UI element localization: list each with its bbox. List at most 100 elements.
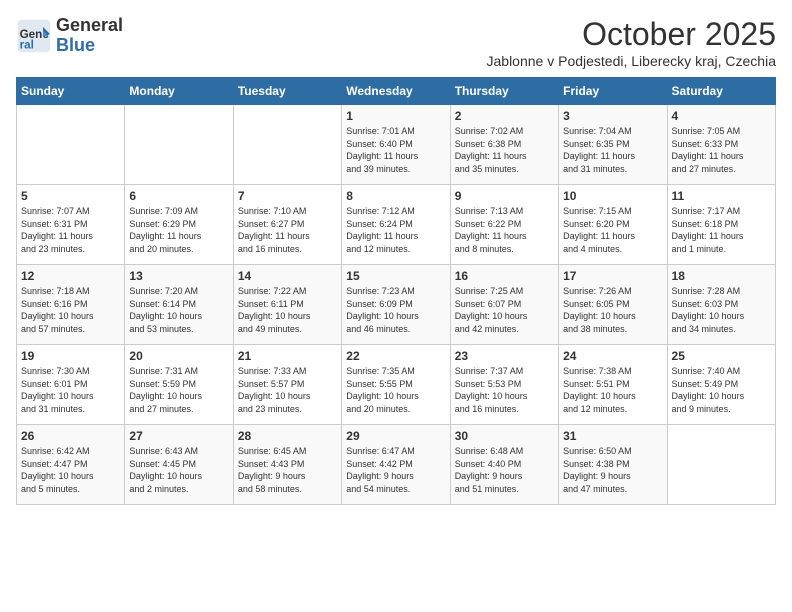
day-info: Sunrise: 7:20 AM Sunset: 6:14 PM Dayligh… (129, 285, 228, 335)
day-info: Sunrise: 7:04 AM Sunset: 6:35 PM Dayligh… (563, 125, 662, 175)
day-info: Sunrise: 7:40 AM Sunset: 5:49 PM Dayligh… (672, 365, 771, 415)
calendar-cell: 10Sunrise: 7:15 AM Sunset: 6:20 PM Dayli… (559, 185, 667, 265)
header-row: SundayMondayTuesdayWednesdayThursdayFrid… (17, 78, 776, 105)
day-number: 1 (346, 109, 445, 123)
page-header: Gene ral General Blue October 2025 Jablo… (16, 16, 776, 69)
header-day-saturday: Saturday (667, 78, 775, 105)
calendar-cell: 14Sunrise: 7:22 AM Sunset: 6:11 PM Dayli… (233, 265, 341, 345)
day-number: 27 (129, 429, 228, 443)
calendar-cell: 17 Sunrise: 7:26 AM Sunset: 6:05 PM Dayli… (559, 265, 667, 345)
day-number: 19 (21, 349, 120, 363)
day-info: Sunrise: 7:15 AM Sunset: 6:20 PM Dayligh… (563, 205, 662, 255)
header-day-friday: Friday (559, 78, 667, 105)
logo-icon: Gene ral (16, 18, 52, 54)
day-number: 22 (346, 349, 445, 363)
day-number: 3 (563, 109, 662, 123)
day-info: Sunrise: 6:43 AM Sunset: 4:45 PM Dayligh… (129, 445, 228, 495)
calendar-cell: 22Sunrise: 7:35 AM Sunset: 5:55 PM Dayli… (342, 345, 450, 425)
calendar-header: SundayMondayTuesdayWednesdayThursdayFrid… (17, 78, 776, 105)
day-number: 2 (455, 109, 554, 123)
day-number: 24 (563, 349, 662, 363)
day-info: Sunrise: 6:45 AM Sunset: 4:43 PM Dayligh… (238, 445, 337, 495)
day-number: 12 (21, 269, 120, 283)
day-info: Sunrise: 7:18 AM Sunset: 6:16 PM Dayligh… (21, 285, 120, 335)
calendar-cell (125, 105, 233, 185)
calendar-cell: 7 Sunrise: 7:10 AM Sunset: 6:27 PM Daylig… (233, 185, 341, 265)
day-info: Sunrise: 7:01 AM Sunset: 6:40 PM Dayligh… (346, 125, 445, 175)
svg-text:ral: ral (20, 38, 34, 51)
header-day-wednesday: Wednesday (342, 78, 450, 105)
logo: Gene ral General Blue (16, 16, 123, 56)
logo-general: General (56, 16, 123, 36)
calendar-cell (233, 105, 341, 185)
header-day-sunday: Sunday (17, 78, 125, 105)
day-number: 28 (238, 429, 337, 443)
day-number: 20 (129, 349, 228, 363)
month-year: October 2025 (487, 16, 777, 53)
day-info: Sunrise: 7:23 AM Sunset: 6:09 PM Dayligh… (346, 285, 445, 335)
day-info: Sunrise: 7:31 AM Sunset: 5:59 PM Dayligh… (129, 365, 228, 415)
day-number: 17 (563, 269, 662, 283)
calendar-cell: 13Sunrise: 7:20 AM Sunset: 6:14 PM Dayli… (125, 265, 233, 345)
day-info: Sunrise: 7:28 AM Sunset: 6:03 PM Dayligh… (672, 285, 771, 335)
calendar-cell: 18Sunrise: 7:28 AM Sunset: 6:03 PM Dayli… (667, 265, 775, 345)
location: Jablonne v Podjestedi, Liberecky kraj, C… (487, 53, 777, 69)
day-info: Sunrise: 7:13 AM Sunset: 6:22 PM Dayligh… (455, 205, 554, 255)
calendar-cell: 26 Sunrise: 6:42 AM Sunset: 4:47 PM Dayli… (17, 425, 125, 505)
day-number: 4 (672, 109, 771, 123)
day-info: Sunrise: 7:30 AM Sunset: 6:01 PM Dayligh… (21, 365, 120, 415)
day-info: Sunrise: 7:38 AM Sunset: 5:51 PM Dayligh… (563, 365, 662, 415)
calendar-cell: 23Sunrise: 7:37 AM Sunset: 5:53 PM Dayli… (450, 345, 558, 425)
day-number: 5 (21, 189, 120, 203)
calendar-cell (667, 425, 775, 505)
calendar-week-2: 5 Sunrise: 7:07 AM Sunset: 6:31 PM Daylig… (17, 185, 776, 265)
calendar-body: 1 Sunrise: 7:01 AM Sunset: 6:40 PM Daylig… (17, 105, 776, 505)
day-info: Sunrise: 7:02 AM Sunset: 6:38 PM Dayligh… (455, 125, 554, 175)
day-number: 6 (129, 189, 228, 203)
day-number: 26 (21, 429, 120, 443)
calendar-cell: 5 Sunrise: 7:07 AM Sunset: 6:31 PM Daylig… (17, 185, 125, 265)
day-info: Sunrise: 7:17 AM Sunset: 6:18 PM Dayligh… (672, 205, 771, 255)
calendar-cell: 28 Sunrise: 6:45 AM Sunset: 4:43 PM Dayli… (233, 425, 341, 505)
calendar-cell: 20 Sunrise: 7:31 AM Sunset: 5:59 PM Dayli… (125, 345, 233, 425)
calendar-week-1: 1 Sunrise: 7:01 AM Sunset: 6:40 PM Daylig… (17, 105, 776, 185)
calendar-table: SundayMondayTuesdayWednesdayThursdayFrid… (16, 77, 776, 505)
calendar-cell: 19 Sunrise: 7:30 AM Sunset: 6:01 PM Dayli… (17, 345, 125, 425)
calendar-cell: 1 Sunrise: 7:01 AM Sunset: 6:40 PM Daylig… (342, 105, 450, 185)
day-number: 21 (238, 349, 337, 363)
day-number: 25 (672, 349, 771, 363)
day-info: Sunrise: 7:10 AM Sunset: 6:27 PM Dayligh… (238, 205, 337, 255)
day-info: Sunrise: 7:09 AM Sunset: 6:29 PM Dayligh… (129, 205, 228, 255)
calendar-cell: 4Sunrise: 7:05 AM Sunset: 6:33 PM Daylig… (667, 105, 775, 185)
calendar-week-5: 26 Sunrise: 6:42 AM Sunset: 4:47 PM Dayli… (17, 425, 776, 505)
day-info: Sunrise: 7:07 AM Sunset: 6:31 PM Dayligh… (21, 205, 120, 255)
calendar-cell: 15Sunrise: 7:23 AM Sunset: 6:09 PM Dayli… (342, 265, 450, 345)
day-number: 30 (455, 429, 554, 443)
day-info: Sunrise: 7:22 AM Sunset: 6:11 PM Dayligh… (238, 285, 337, 335)
day-number: 7 (238, 189, 337, 203)
header-day-tuesday: Tuesday (233, 78, 341, 105)
day-info: Sunrise: 6:47 AM Sunset: 4:42 PM Dayligh… (346, 445, 445, 495)
day-info: Sunrise: 7:25 AM Sunset: 6:07 PM Dayligh… (455, 285, 554, 335)
calendar-cell: 11 Sunrise: 7:17 AM Sunset: 6:18 PM Dayli… (667, 185, 775, 265)
day-number: 11 (672, 189, 771, 203)
calendar-cell: 25 Sunrise: 7:40 AM Sunset: 5:49 PM Dayli… (667, 345, 775, 425)
day-number: 23 (455, 349, 554, 363)
day-info: Sunrise: 7:33 AM Sunset: 5:57 PM Dayligh… (238, 365, 337, 415)
calendar-cell: 30 Sunrise: 6:48 AM Sunset: 4:40 PM Dayli… (450, 425, 558, 505)
calendar-cell: 21 Sunrise: 7:33 AM Sunset: 5:57 PM Dayli… (233, 345, 341, 425)
calendar-cell: 31Sunrise: 6:50 AM Sunset: 4:38 PM Dayli… (559, 425, 667, 505)
day-number: 8 (346, 189, 445, 203)
calendar-cell: 24 Sunrise: 7:38 AM Sunset: 5:51 PM Dayli… (559, 345, 667, 425)
day-info: Sunrise: 7:12 AM Sunset: 6:24 PM Dayligh… (346, 205, 445, 255)
day-info: Sunrise: 6:48 AM Sunset: 4:40 PM Dayligh… (455, 445, 554, 495)
header-day-thursday: Thursday (450, 78, 558, 105)
title-block: October 2025 Jablonne v Podjestedi, Libe… (487, 16, 777, 69)
day-info: Sunrise: 6:42 AM Sunset: 4:47 PM Dayligh… (21, 445, 120, 495)
day-number: 9 (455, 189, 554, 203)
day-info: Sunrise: 7:26 AM Sunset: 6:05 PM Dayligh… (563, 285, 662, 335)
calendar-cell: 9 Sunrise: 7:13 AM Sunset: 6:22 PM Daylig… (450, 185, 558, 265)
header-day-monday: Monday (125, 78, 233, 105)
calendar-cell: 6 Sunrise: 7:09 AM Sunset: 6:29 PM Daylig… (125, 185, 233, 265)
calendar-cell: 29Sunrise: 6:47 AM Sunset: 4:42 PM Dayli… (342, 425, 450, 505)
